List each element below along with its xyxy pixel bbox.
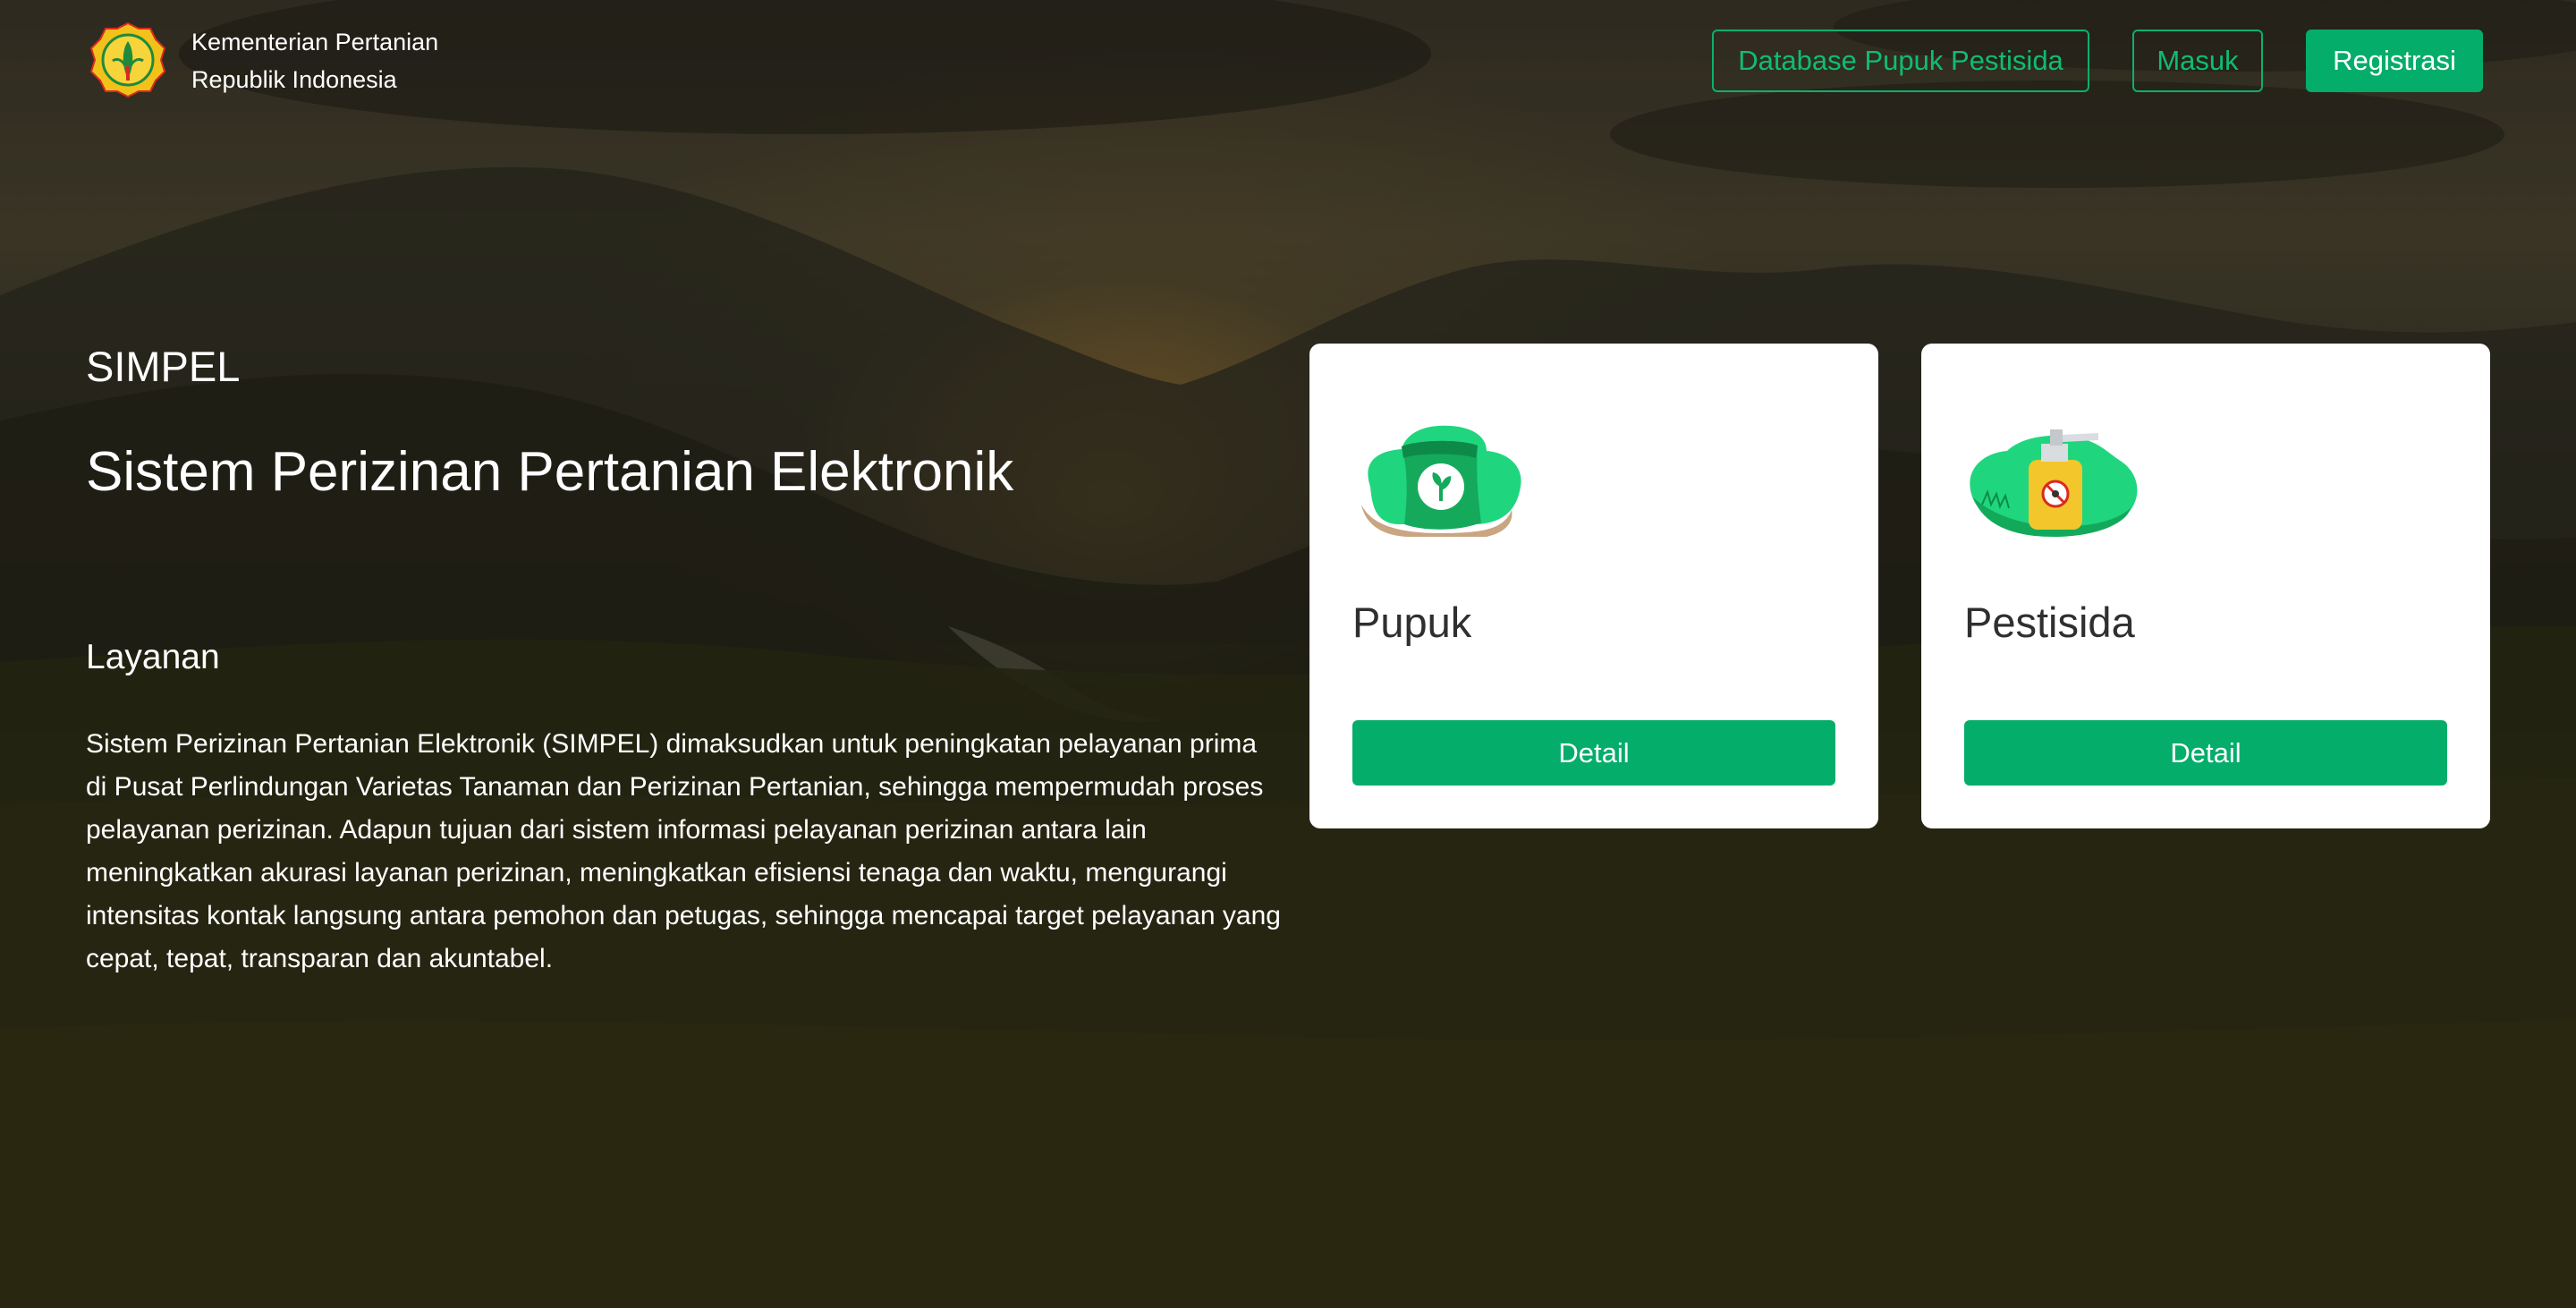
register-button[interactable]: Registrasi <box>2306 30 2483 92</box>
detail-button-pupuk[interactable]: Detail <box>1352 720 1835 786</box>
app-abbreviation: SIMPEL <box>86 343 241 390</box>
ministry-logo-icon[interactable] <box>89 21 166 98</box>
service-description: Sistem Perizinan Pertanian Elektronik (S… <box>86 729 1281 973</box>
brand-text: Kementerian Pertanian Republik Indonesia <box>191 23 438 98</box>
card-title-pupuk: Pupuk <box>1352 599 1472 646</box>
page-title: Sistem Perizinan Pertanian Elektronik <box>86 441 1014 503</box>
service-card-pupuk: Pupuk Detail <box>1309 344 1878 828</box>
brand-line-1: Kementerian Pertanian <box>191 29 439 55</box>
service-card-pestisida: Pestisida Detail <box>1921 344 2490 828</box>
top-navbar: Kementerian Pertanian Republik Indonesia… <box>0 0 2576 125</box>
card-title-pestisida: Pestisida <box>1964 599 2135 646</box>
pesticide-sprayer-icon <box>1964 397 2143 549</box>
database-pupuk-pestisida-button[interactable]: Database Pupuk Pestisida <box>1712 30 2089 92</box>
brand-line-2: Republik Indonesia <box>191 66 397 93</box>
detail-button-pestisida[interactable]: Detail <box>1964 720 2447 786</box>
fertilizer-bag-icon <box>1352 397 1531 549</box>
section-title: Layanan <box>86 638 220 676</box>
login-button[interactable]: Masuk <box>2132 30 2263 92</box>
